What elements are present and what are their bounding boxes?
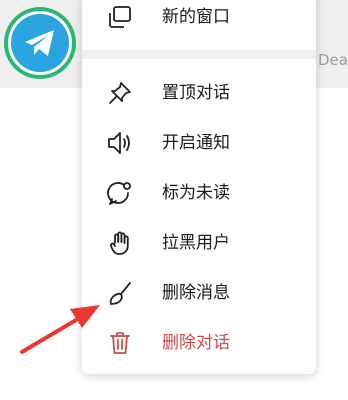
broom-icon [106,279,134,307]
menu-item-label: 删除对话 [162,333,230,353]
menu-item-label: 拉黑用户 [162,233,230,253]
menu-item-delete-chat[interactable]: 删除对话 [82,320,316,366]
pin-icon [106,79,134,107]
hand-block-icon [106,229,134,257]
menu-divider [82,50,316,59]
chat-preview-text: Dea [318,51,348,69]
speaker-icon [106,129,134,157]
trash-icon [106,329,134,357]
menu-item-label: 标为未读 [162,183,230,203]
menu-item-pin[interactable]: 置顶对话 [82,70,316,116]
telegram-avatar[interactable] [8,11,72,75]
menu-item-label: 新的窗口 [162,7,230,27]
telegram-plane-icon [25,30,54,56]
menu-item-notifications[interactable]: 开启通知 [82,120,316,166]
context-menu: 新的窗口 置顶对话 开启通知 标为未读 拉黑用户 删除消息 删除对话 [82,0,316,374]
unread-bubble-icon [106,179,134,207]
menu-item-label: 开启通知 [162,133,230,153]
menu-item-block-user[interactable]: 拉黑用户 [82,220,316,266]
menu-item-delete-messages[interactable]: 删除消息 [82,270,316,316]
menu-item-label: 删除消息 [162,283,230,303]
menu-item-new-window[interactable]: 新的窗口 [82,0,316,40]
menu-item-mark-unread[interactable]: 标为未读 [82,170,316,216]
new-window-icon [106,3,134,31]
menu-item-label: 置顶对话 [162,83,230,103]
